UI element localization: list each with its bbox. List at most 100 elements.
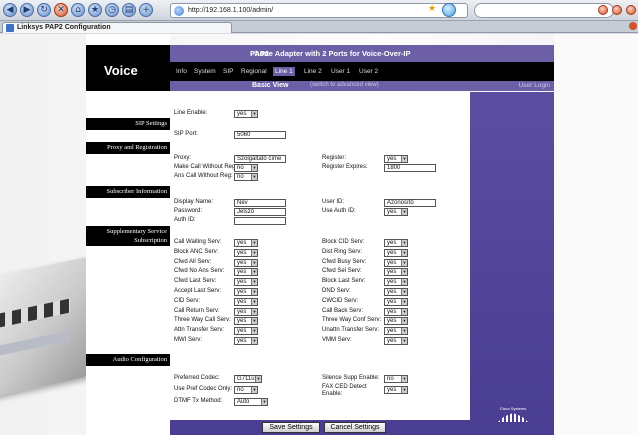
line-enable-label: Line Enable: — [174, 110, 208, 116]
supp-right-select[interactable]: yes ▼ — [384, 327, 408, 336]
supp-left-value: yes — [237, 240, 247, 246]
history-icon[interactable]: ◷ — [105, 3, 119, 17]
tab-user-2[interactable]: User 2 — [357, 67, 380, 76]
browser-tab[interactable]: Linksys PAP2 Configuration — [2, 22, 232, 33]
device-photo — [0, 256, 90, 402]
supp-right-label: Call Back Serv: — [322, 307, 364, 314]
chevron-down-icon: ▼ — [251, 328, 257, 335]
dtmf-select[interactable]: Auto ▼ — [234, 398, 268, 406]
close-tab-icon[interactable] — [629, 22, 637, 30]
chevron-down-icon: ▼ — [251, 279, 257, 286]
supp-right-select[interactable]: yes ▼ — [384, 288, 408, 296]
supp-left-select[interactable]: yes ▼ — [234, 297, 258, 306]
user-login-link[interactable]: User Login — [519, 82, 550, 89]
forward-icon[interactable]: ▶ — [20, 3, 34, 17]
user-id-input[interactable]: Azonosító — [384, 199, 436, 207]
reload-icon[interactable]: ↻ — [37, 3, 51, 17]
auth-id-input[interactable] — [234, 217, 286, 225]
supp-right-select[interactable]: yes ▼ — [384, 258, 408, 267]
supp-right-value: yes — [387, 318, 397, 325]
supp-right-select[interactable]: yes ▼ — [384, 297, 408, 306]
use-auth-id-select[interactable]: yes ▼ — [384, 208, 408, 216]
use-auth-id-value: yes — [387, 209, 397, 215]
supp-left-select[interactable]: yes ▼ — [234, 258, 258, 267]
chevron-down-icon: ▼ — [401, 298, 407, 305]
switch-view-link[interactable]: (switch to advanced view) — [310, 82, 379, 88]
tab-line-2[interactable]: Line 2 — [302, 67, 324, 76]
tab-sip[interactable]: SIP — [221, 67, 235, 76]
supp-left-select[interactable]: yes ▼ — [234, 337, 258, 345]
supp-right-select[interactable]: yes ▼ — [384, 307, 408, 316]
supp-right-value: yes — [387, 328, 397, 335]
device-ports — [0, 298, 70, 332]
supp-left-select[interactable]: yes ▼ — [234, 239, 258, 247]
supp-right-select[interactable]: yes ▼ — [384, 268, 408, 277]
supp-left-value: yes — [237, 338, 247, 344]
back-icon[interactable]: ◀ — [3, 3, 17, 17]
supp-left-select[interactable]: yes ▼ — [234, 268, 258, 277]
right-margin — [554, 34, 638, 435]
basic-view-label: Basic View — [252, 82, 289, 89]
fax-ced-select[interactable]: yes ▼ — [384, 386, 408, 394]
supp-right-select[interactable]: yes ▼ — [384, 278, 408, 287]
supp-left-select[interactable]: yes ▼ — [234, 278, 258, 287]
register-value: yes — [387, 156, 397, 162]
chevron-down-icon: ▼ — [251, 249, 257, 256]
new-tab-icon[interactable]: + — [139, 3, 153, 17]
bookmarks-icon[interactable]: ★ — [88, 3, 102, 17]
auth-id-label: Auth ID: — [174, 217, 196, 223]
tab-system[interactable]: System — [192, 67, 218, 76]
supp-left-select[interactable]: yes ▼ — [234, 248, 258, 257]
sip-port-input[interactable]: 5060 — [234, 131, 286, 139]
cancel-settings-button[interactable]: Cancel Settings — [324, 422, 386, 433]
dtmf-label: DTMF Tx Method: — [174, 398, 223, 404]
display-name-input[interactable]: Név — [234, 199, 286, 207]
chevron-down-icon: ▼ — [401, 279, 407, 286]
make-call-select[interactable]: no ▼ — [234, 164, 258, 172]
ans-call-label: Ans Call Without Reg: — [174, 173, 233, 179]
register-expires-input[interactable]: 1800 — [384, 164, 436, 172]
chevron-down-icon: ▼ — [401, 289, 407, 295]
silence-supp-select[interactable]: no ▼ — [384, 375, 408, 383]
supp-right-label: VMM Serv: — [322, 337, 352, 343]
go-icon[interactable] — [442, 3, 456, 17]
password-input[interactable]: Jelszó — [234, 208, 286, 216]
line-enable-select[interactable]: yes ▼ — [234, 110, 258, 118]
supp-right-select[interactable]: yes ▼ — [384, 248, 408, 257]
tab-info[interactable]: Info — [174, 67, 189, 76]
print-icon[interactable]: ▤ — [122, 3, 136, 17]
use-pref-codec-select[interactable]: no ▼ — [234, 386, 258, 394]
address-bar[interactable]: http://192.168.1.100/admin/ — [170, 3, 468, 18]
bookmark-star-icon[interactable]: ★ — [428, 4, 436, 14]
preferred-codec-value: G711u — [237, 376, 255, 382]
right-sidebar — [470, 92, 554, 435]
supp-left-select[interactable]: yes ▼ — [234, 288, 258, 296]
supp-left-select[interactable]: yes ▼ — [234, 327, 258, 336]
minimize-icon[interactable] — [598, 5, 608, 15]
preferred-codec-select[interactable]: G711u ▼ — [234, 375, 262, 383]
tab-line-1[interactable]: Line 1 — [273, 67, 295, 76]
brand-block: Voice — [86, 45, 170, 91]
supp-right-select[interactable]: yes ▼ — [384, 317, 408, 326]
supp-right-value: yes — [387, 240, 397, 246]
register-select[interactable]: yes ▼ — [384, 155, 408, 163]
proxy-input[interactable]: Szolgáltató címe — [234, 155, 286, 163]
supp-left-label: Call Return Serv: — [174, 307, 220, 314]
ans-call-select[interactable]: no ▼ — [234, 173, 258, 181]
save-settings-button[interactable]: Save Settings — [262, 422, 320, 433]
supp-left-select[interactable]: yes ▼ — [234, 317, 258, 326]
register-label: Register: — [322, 155, 347, 161]
supp-right-select[interactable]: yes ▼ — [384, 239, 408, 247]
home-icon[interactable]: ⌂ — [71, 3, 85, 17]
supp-right-select[interactable]: yes ▼ — [384, 337, 408, 345]
chevron-down-icon: ▼ — [251, 259, 257, 266]
tab-regional[interactable]: Regional — [239, 67, 269, 76]
chevron-down-icon: ▼ — [401, 259, 407, 266]
close-window-icon[interactable] — [626, 5, 636, 15]
chevron-down-icon: ▼ — [251, 298, 257, 305]
tab-user-1[interactable]: User 1 — [329, 67, 352, 76]
supp-left-select[interactable]: yes ▼ — [234, 307, 258, 316]
maximize-icon[interactable] — [612, 5, 622, 15]
search-input[interactable] — [474, 3, 614, 18]
stop-icon[interactable]: ✕ — [54, 3, 68, 17]
